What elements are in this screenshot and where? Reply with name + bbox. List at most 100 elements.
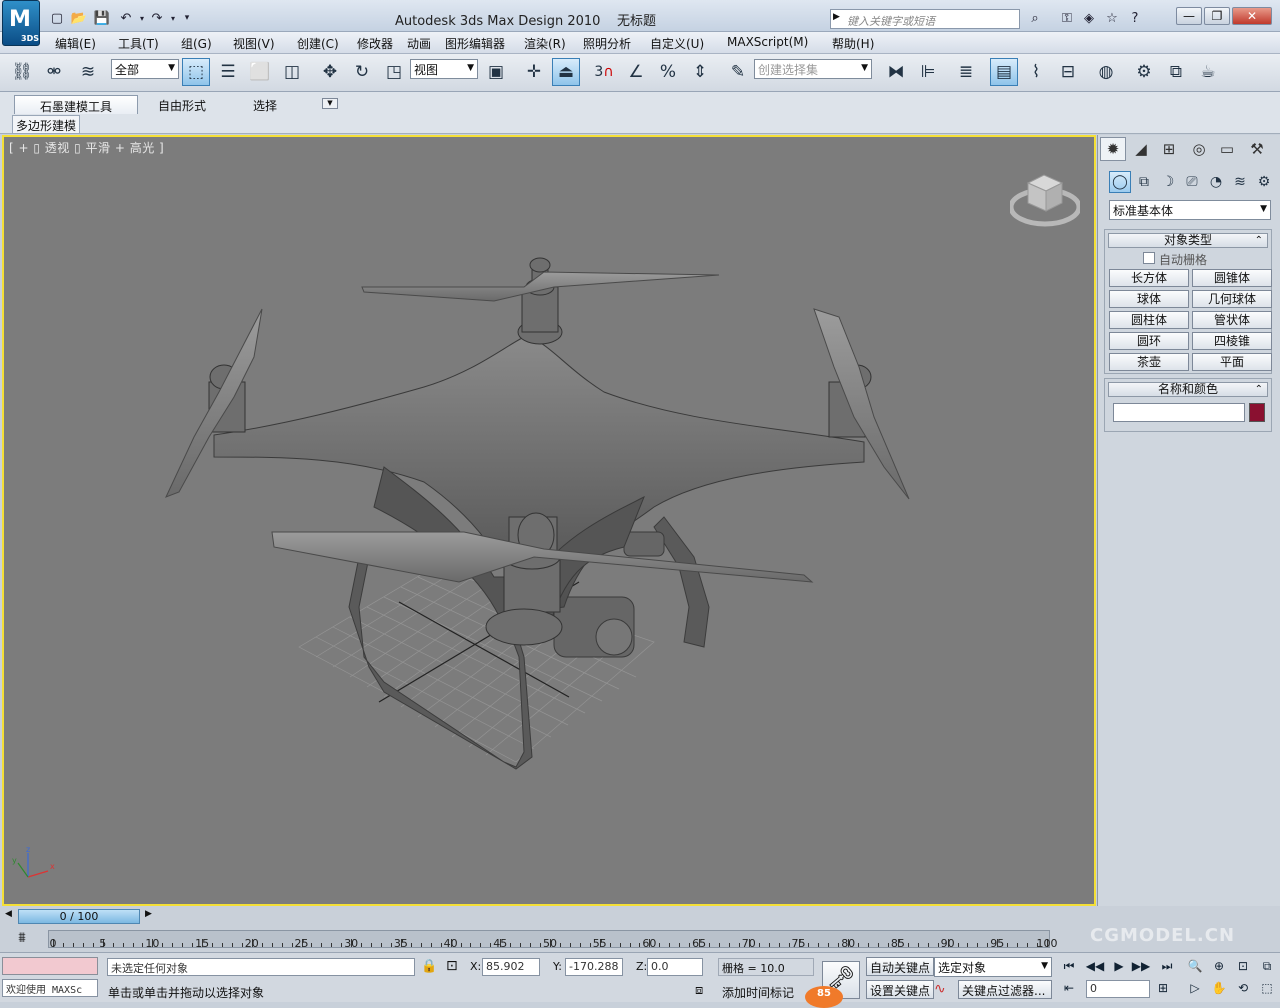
- material-editor-icon[interactable]: ◍: [1092, 58, 1120, 86]
- select-object-icon[interactable]: ⬚: [182, 58, 210, 86]
- shapes-icon[interactable]: ⧉: [1133, 171, 1155, 193]
- binoculars-icon[interactable]: ⌕: [1026, 9, 1044, 27]
- reference-coordinate-dropdown[interactable]: 视图 ▼: [410, 59, 478, 79]
- previous-frame-icon[interactable]: ◀◀: [1084, 956, 1106, 976]
- pan-view-icon[interactable]: ✋: [1208, 978, 1230, 998]
- search-expand-icon[interactable]: ▶: [833, 12, 840, 22]
- menu-tools[interactable]: 工具(T): [118, 35, 159, 52]
- help-icon[interactable]: ?: [1126, 9, 1144, 27]
- tube-button[interactable]: 管状体: [1192, 311, 1272, 329]
- timeline-ruler[interactable]: 0 5 10 15 20 25 30 35 40 45 50 55 60 65 70 75 80 85 90 95 10…: [48, 930, 1058, 950]
- maximize-button[interactable]: ❐: [1204, 7, 1230, 25]
- name-and-color-rollout-header[interactable]: 名称和颜色 ⌃: [1108, 382, 1268, 397]
- app-logo-button[interactable]: M 3DS: [2, 0, 40, 46]
- search-input[interactable]: 键入关键字或短语: [830, 9, 1020, 29]
- key-mode-toggle-icon[interactable]: ⇤: [1058, 978, 1080, 998]
- selection-filter-dropdown[interactable]: 全部 ▼: [111, 59, 179, 79]
- z-coordinate-field[interactable]: 0.0: [647, 958, 703, 976]
- set-key-button[interactable]: 设置关键点: [866, 980, 935, 999]
- cone-button[interactable]: 圆锥体: [1192, 269, 1272, 287]
- field-of-view-icon[interactable]: ▷: [1184, 978, 1206, 998]
- key-icon[interactable]: ⚿: [1058, 9, 1076, 27]
- align-icon[interactable]: ⊫: [914, 58, 942, 86]
- autogrid-checkbox[interactable]: [1143, 252, 1155, 264]
- render-setup-icon[interactable]: ⚙: [1130, 58, 1158, 86]
- display-tab-icon[interactable]: ▭: [1214, 137, 1240, 161]
- select-and-scale-icon[interactable]: ◳: [380, 58, 408, 86]
- systems-icon[interactable]: ⚙: [1253, 171, 1275, 193]
- maxscript-output[interactable]: 欢迎使用 MAXSc: [2, 979, 98, 997]
- pivot-center-icon[interactable]: ▣: [482, 58, 510, 86]
- time-tag-icon[interactable]: ⧈: [695, 983, 703, 998]
- next-frame-icon[interactable]: ▶▶: [1130, 956, 1152, 976]
- motion-tab-icon[interactable]: ◎: [1186, 137, 1212, 161]
- hierarchy-tab-icon[interactable]: ⊞: [1156, 137, 1182, 161]
- object-category-dropdown[interactable]: 标准基本体 ▼: [1109, 200, 1271, 220]
- menu-help[interactable]: 帮助(H): [832, 35, 874, 52]
- key-filters-button[interactable]: 关键点过滤器...: [958, 980, 1052, 999]
- menu-customize[interactable]: 自定义(U): [650, 35, 704, 52]
- schematic-view-icon[interactable]: ⊟: [1054, 58, 1082, 86]
- viewcube[interactable]: [1008, 169, 1082, 227]
- rectangular-selection-icon[interactable]: ⬜: [246, 58, 274, 86]
- layer-manager-icon[interactable]: ≣: [952, 58, 980, 86]
- pyramid-button[interactable]: 四棱锥: [1192, 332, 1272, 350]
- select-manipulate-icon[interactable]: ✛: [520, 58, 548, 86]
- menu-edit[interactable]: 编辑(E): [55, 35, 96, 52]
- curve-editor-icon[interactable]: ⌇: [1022, 58, 1050, 86]
- ribbon-options-icon[interactable]: ▼: [322, 98, 338, 109]
- menu-modifiers[interactable]: 修改器: [357, 35, 393, 52]
- lights-icon[interactable]: ☽: [1157, 171, 1179, 193]
- cameras-icon[interactable]: ⎚: [1181, 171, 1203, 193]
- named-selection-dropdown[interactable]: 创建选择集 ▼: [754, 59, 872, 79]
- angle-snap-icon[interactable]: ∠: [622, 58, 650, 86]
- keyboard-shortcut-override-icon[interactable]: ⏏: [552, 58, 580, 86]
- edit-named-selection-icon[interactable]: ✎: [724, 58, 752, 86]
- zoom-extents-icon[interactable]: ⊡: [1232, 956, 1254, 976]
- subscription-icon[interactable]: ◈: [1080, 9, 1098, 27]
- save-icon[interactable]: 💾: [93, 9, 111, 27]
- create-tab-icon[interactable]: ✹: [1100, 137, 1126, 161]
- helpers-icon[interactable]: ◔: [1205, 171, 1227, 193]
- utilities-tab-icon[interactable]: ⚒: [1244, 137, 1270, 161]
- link-icon[interactable]: ⛓: [8, 58, 36, 86]
- time-next-icon[interactable]: ▶: [145, 909, 152, 919]
- open-file-icon[interactable]: 📂: [70, 9, 88, 27]
- unlink-icon[interactable]: ⚮: [40, 58, 68, 86]
- drone-model[interactable]: [4, 137, 1096, 906]
- geometry-icon[interactable]: ◯: [1109, 171, 1131, 193]
- graphite-modeling-tools-icon[interactable]: ▤: [990, 58, 1018, 86]
- notification-badge[interactable]: 85: [805, 986, 843, 1008]
- modify-tab-icon[interactable]: ◢: [1128, 137, 1154, 161]
- menu-maxscript[interactable]: MAXScript(M): [727, 35, 808, 49]
- bind-space-warp-icon[interactable]: ≋: [74, 58, 102, 86]
- current-frame-field[interactable]: 0: [1086, 980, 1150, 998]
- close-button[interactable]: ✕: [1232, 7, 1272, 25]
- ribbon-panel-polygon-modeling[interactable]: 多边形建模: [12, 115, 80, 134]
- zoom-icon[interactable]: 🔍: [1184, 956, 1206, 976]
- zoom-extents-all-icon[interactable]: ⧉: [1256, 956, 1278, 976]
- add-time-tag-button[interactable]: 添加时间标记: [722, 984, 794, 1001]
- time-prev-icon[interactable]: ◀: [5, 909, 12, 919]
- go-to-end-icon[interactable]: ⏭: [1156, 956, 1178, 976]
- x-coordinate-field[interactable]: 85.902: [482, 958, 540, 976]
- spinner-snap-icon[interactable]: ⇕: [686, 58, 714, 86]
- play-icon[interactable]: ▶: [1108, 956, 1130, 976]
- object-name-input[interactable]: [1113, 403, 1245, 422]
- cylinder-button[interactable]: 圆柱体: [1109, 311, 1189, 329]
- rendered-frame-window-icon[interactable]: ⧉: [1162, 58, 1190, 86]
- tab-freeform[interactable]: 自由形式: [150, 95, 214, 114]
- menu-rendering[interactable]: 渲染(R): [524, 35, 566, 52]
- favorites-star-icon[interactable]: ☆: [1103, 9, 1121, 27]
- time-slider-thumb[interactable]: 0 / 100: [18, 909, 140, 924]
- object-type-rollout-header[interactable]: 对象类型 ⌃: [1108, 233, 1268, 248]
- perspective-viewport[interactable]: [ + ▯ 透视 ▯ 平滑 + 高光 ] x z y: [2, 135, 1096, 906]
- select-by-name-icon[interactable]: ☰: [214, 58, 242, 86]
- select-and-rotate-icon[interactable]: ↻: [348, 58, 376, 86]
- key-mode-dropdown[interactable]: 选定对象 ▼: [934, 957, 1052, 977]
- curve-editor-mini-icon[interactable]: ⩩: [10, 930, 34, 948]
- y-coordinate-field[interactable]: -170.288: [565, 958, 623, 976]
- orbit-icon[interactable]: ⟲: [1232, 978, 1254, 998]
- maximize-viewport-icon[interactable]: ⬚: [1256, 978, 1278, 998]
- window-crossing-icon[interactable]: ◫: [278, 58, 306, 86]
